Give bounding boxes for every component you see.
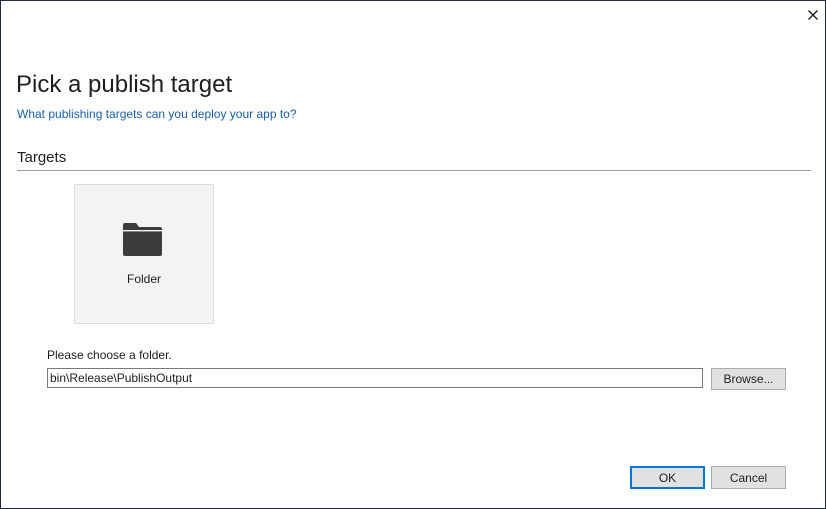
publish-target-dialog: Pick a publish target What publishing ta… (0, 0, 826, 509)
folder-path-input[interactable] (47, 368, 703, 388)
browse-button[interactable]: Browse... (711, 368, 786, 390)
folder-icon (123, 223, 162, 256)
section-divider (17, 170, 811, 171)
targets-section-header: Targets (17, 149, 67, 166)
ok-button[interactable]: OK (630, 466, 705, 489)
folder-prompt-label: Please choose a folder. (47, 348, 172, 362)
dialog-title: Pick a publish target (16, 71, 233, 98)
target-tile-folder[interactable]: Folder (74, 184, 214, 324)
close-button[interactable] (804, 6, 822, 24)
close-icon (808, 10, 818, 20)
publishing-targets-help-link[interactable]: What publishing targets can you deploy y… (17, 107, 297, 121)
cancel-button[interactable]: Cancel (711, 466, 786, 489)
target-tile-label: Folder (126, 272, 161, 286)
